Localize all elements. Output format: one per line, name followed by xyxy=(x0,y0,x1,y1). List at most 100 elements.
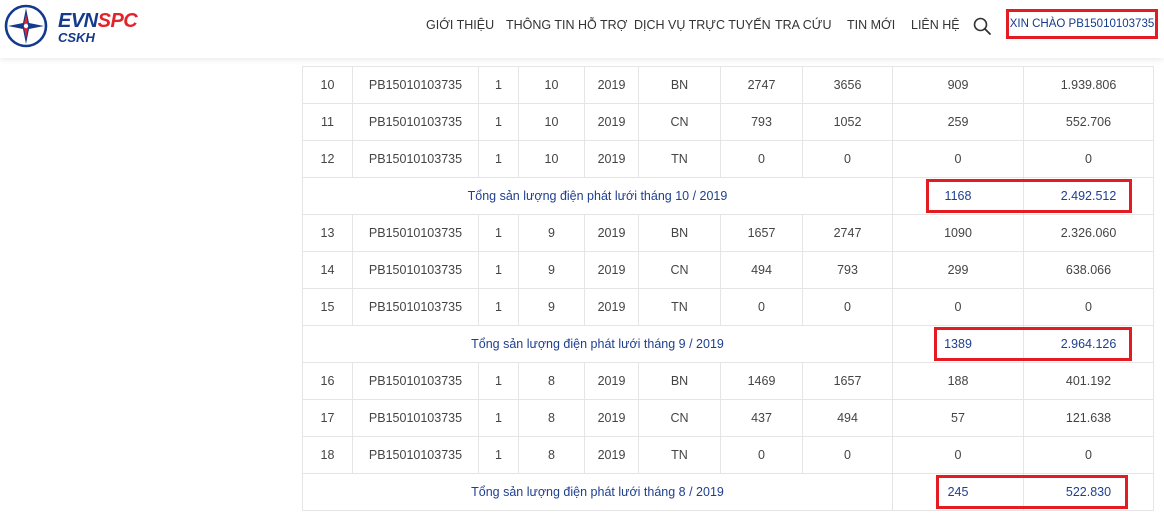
table-cell: 9 xyxy=(518,214,585,252)
table-cell: 1 xyxy=(478,140,519,178)
table-cell: 0 xyxy=(892,436,1024,474)
table-row: 12 PB15010103735 1 10 2019 TN 0 0 0 0 xyxy=(302,140,1154,178)
table-cell: CN xyxy=(638,103,721,141)
table-cell: 1 xyxy=(478,214,519,252)
total-quantity: 1168 xyxy=(892,177,1024,215)
table-cell: 638.066 xyxy=(1023,251,1154,289)
table-cell: 2019 xyxy=(584,436,639,474)
table-cell: 0 xyxy=(720,288,803,326)
table-cell: 1 xyxy=(478,362,519,400)
table-cell: 2019 xyxy=(584,251,639,289)
table-cell: 1.939.806 xyxy=(1023,66,1154,104)
nav-item-tin-moi[interactable]: TIN MỚI xyxy=(847,18,895,32)
table-cell: 0 xyxy=(892,140,1024,178)
table-cell: 494 xyxy=(720,251,803,289)
table-cell: 16 xyxy=(302,362,353,400)
table-cell: 793 xyxy=(720,103,803,141)
table-cell: 2019 xyxy=(584,362,639,400)
table-cell: 259 xyxy=(892,103,1024,141)
table-row: 16 PB15010103735 1 8 2019 BN 1469 1657 188 401.19… xyxy=(302,362,1154,400)
table-cell: 552.706 xyxy=(1023,103,1154,141)
table-cell: 1469 xyxy=(720,362,803,400)
table-cell: 0 xyxy=(720,436,803,474)
table-cell: BN xyxy=(638,362,721,400)
total-label: Tổng sản lượng điện phát lưới tháng 9 / … xyxy=(302,325,893,363)
total-label: Tổng sản lượng điện phát lưới tháng 10 /… xyxy=(302,177,893,215)
table-row: 17 PB15010103735 1 8 2019 CN 437 494 57 121.638 xyxy=(302,399,1154,437)
table-cell: 9 xyxy=(518,288,585,326)
table-cell: 13 xyxy=(302,214,353,252)
table-cell: 1 xyxy=(478,288,519,326)
table-cell: 0 xyxy=(1023,288,1154,326)
total-quantity: 245 xyxy=(892,473,1024,511)
table-cell: BN xyxy=(638,214,721,252)
table-row: 13 PB15010103735 1 9 2019 BN 1657 2747 1090 2.326… xyxy=(302,214,1154,252)
table-cell: 10 xyxy=(302,66,353,104)
table-cell: TN xyxy=(638,436,721,474)
table-cell: 8 xyxy=(518,362,585,400)
total-row: Tổng sản lượng điện phát lưới tháng 9 / … xyxy=(302,325,1154,363)
table-cell: PB15010103735 xyxy=(352,436,479,474)
table-cell: 2747 xyxy=(802,214,893,252)
table-cell: 299 xyxy=(892,251,1024,289)
table-cell: 14 xyxy=(302,251,353,289)
search-icon[interactable] xyxy=(972,16,992,36)
table-cell: 1 xyxy=(478,66,519,104)
table-cell: 2747 xyxy=(720,66,803,104)
table-cell: CN xyxy=(638,399,721,437)
table-cell: PB15010103735 xyxy=(352,288,479,326)
table-cell: 10 xyxy=(518,103,585,141)
nav-item-tra-cuu[interactable]: TRA CỨU xyxy=(775,18,832,32)
total-label: Tổng sản lượng điện phát lưới tháng 8 / … xyxy=(302,473,893,511)
table-cell: 8 xyxy=(518,436,585,474)
nav-item-thong-tin-ho-tro[interactable]: THÔNG TIN HỖ TRỢ xyxy=(506,18,627,32)
table-cell: 0 xyxy=(802,140,893,178)
table-cell: 0 xyxy=(1023,436,1154,474)
table-cell: 12 xyxy=(302,140,353,178)
table-cell: 10 xyxy=(518,140,585,178)
table-cell: PB15010103735 xyxy=(352,214,479,252)
total-amount: 2.964.126 xyxy=(1023,325,1154,363)
table-cell: 15 xyxy=(302,288,353,326)
table-cell: 401.192 xyxy=(1023,362,1154,400)
table-cell: 1 xyxy=(478,103,519,141)
table-cell: 1 xyxy=(478,436,519,474)
table-cell: 2.326.060 xyxy=(1023,214,1154,252)
table-cell: 1657 xyxy=(802,362,893,400)
table-cell: 2019 xyxy=(584,214,639,252)
table-cell: PB15010103735 xyxy=(352,251,479,289)
nav-item-dich-vu-truc-tuyen[interactable]: DỊCH VỤ TRỰC TUYẾN xyxy=(634,18,771,32)
table-cell: 121.638 xyxy=(1023,399,1154,437)
table-cell: 909 xyxy=(892,66,1024,104)
table-body: 10 PB15010103735 1 10 2019 BN 2747 3656 909 1.939… xyxy=(302,66,1154,511)
nav-item-lien-he[interactable]: LIÊN HỆ xyxy=(911,18,960,32)
site-header: EVNSPC CSKH GIỚI THIỆU THÔNG TIN HỖ TRỢ … xyxy=(0,0,1164,58)
table-cell: 1 xyxy=(478,251,519,289)
table-cell: 1 xyxy=(478,399,519,437)
table-cell: 2019 xyxy=(584,140,639,178)
total-row: Tổng sản lượng điện phát lưới tháng 10 /… xyxy=(302,177,1154,215)
table-cell: 0 xyxy=(892,288,1024,326)
nav-item-gioi-thieu[interactable]: GIỚI THIỆU xyxy=(426,18,494,32)
total-row: Tổng sản lượng điện phát lưới tháng 8 / … xyxy=(302,473,1154,511)
table-row: 11 PB15010103735 1 10 2019 CN 793 1052 259 552.70… xyxy=(302,103,1154,141)
table-row: 15 PB15010103735 1 9 2019 TN 0 0 0 0 xyxy=(302,288,1154,326)
total-quantity: 1389 xyxy=(892,325,1024,363)
table-cell: PB15010103735 xyxy=(352,399,479,437)
table-cell: 1657 xyxy=(720,214,803,252)
table-cell: PB15010103735 xyxy=(352,362,479,400)
table-cell: PB15010103735 xyxy=(352,66,479,104)
table-cell: 2019 xyxy=(584,288,639,326)
table-cell: 437 xyxy=(720,399,803,437)
table-cell: 2019 xyxy=(584,103,639,141)
table-cell: 0 xyxy=(1023,140,1154,178)
user-greeting[interactable]: XIN CHÀO PB15010103735 xyxy=(1006,9,1158,39)
table-cell: BN xyxy=(638,66,721,104)
table-row: 10 PB15010103735 1 10 2019 BN 2747 3656 909 1.939… xyxy=(302,66,1154,104)
table-row: 18 PB15010103735 1 8 2019 TN 0 0 0 0 xyxy=(302,436,1154,474)
table-cell: 3656 xyxy=(802,66,893,104)
table-cell: 2019 xyxy=(584,399,639,437)
table-cell: 11 xyxy=(302,103,353,141)
table-cell: TN xyxy=(638,140,721,178)
table-cell: 2019 xyxy=(584,66,639,104)
